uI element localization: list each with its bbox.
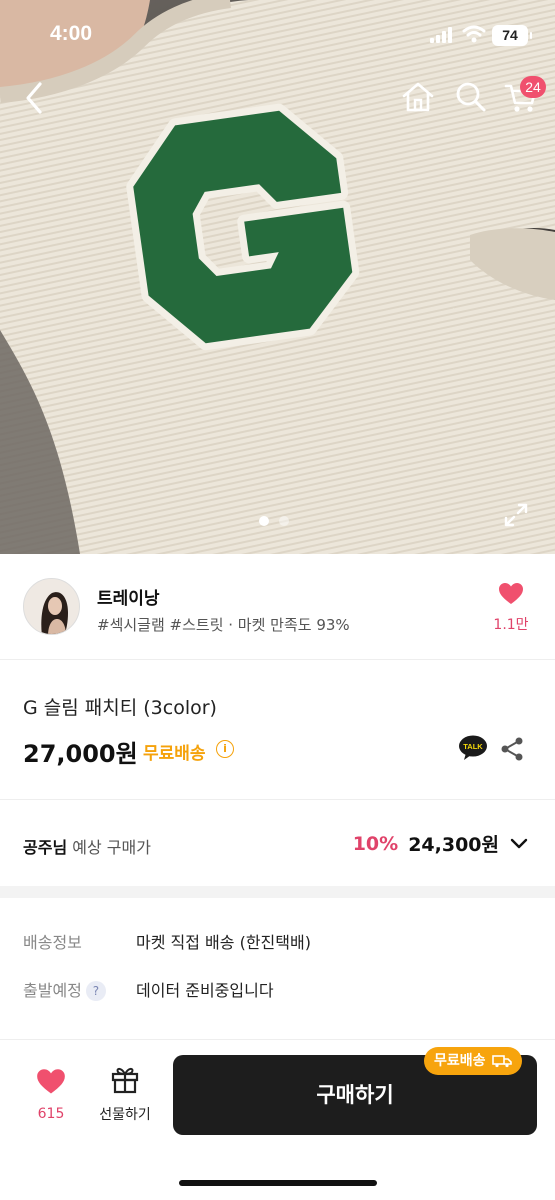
expected-price-value: 10% 24,300원 (353, 830, 529, 857)
expected-price-text: 예상 구매가 (72, 838, 151, 857)
carousel-indicator (259, 516, 289, 526)
battery-indicator: 74 (492, 25, 532, 46)
delivery-truck-icon (491, 1055, 512, 1068)
seller-avatar[interactable] (23, 578, 80, 635)
share-icon[interactable] (500, 736, 524, 762)
seller-section[interactable]: 트레이낭 #섹시글램 #스트릿 · 마켓 만족도 93% 1.1만 (0, 554, 555, 660)
gift-button[interactable]: 선물하기 (92, 1064, 158, 1124)
free-shipping-badge-label: 무료배송 (434, 1053, 486, 1069)
shipping-info-icon[interactable]: i (216, 740, 234, 758)
carousel-dot-2[interactable] (279, 516, 289, 526)
wifi-icon (462, 25, 486, 43)
chevron-down-icon[interactable] (509, 837, 529, 851)
product-image-carousel[interactable]: 4:00 74 24 (0, 0, 555, 554)
product-like-count: 615 (37, 1106, 65, 1122)
back-arrow-icon[interactable] (20, 80, 52, 116)
seller-tags-satisfaction: #섹시글램 #스트릿 · 마켓 만족도 93% (97, 616, 350, 634)
discount-percent: 10% (352, 832, 399, 855)
discounted-price: 24,300원 (408, 834, 499, 856)
help-question-icon[interactable]: ? (85, 981, 106, 1001)
expected-price-label: 공주님 예상 구매가 (23, 834, 151, 858)
talk-label: TALK (463, 742, 483, 751)
status-time: 4:00 (50, 22, 93, 45)
home-icon[interactable] (400, 80, 436, 114)
search-icon[interactable] (455, 80, 487, 114)
seller-name[interactable]: 트레이낭 (97, 584, 160, 609)
shipping-info-value: 마켓 직접 배송 (한진택배) (136, 933, 311, 952)
free-shipping-label: 무료배송 (143, 744, 206, 764)
product-info-section: G 슬림 패치티 (3color) 27,000원 무료배송 i TALK (0, 660, 555, 800)
departure-value: 데이터 준비중입니다 (136, 981, 274, 1000)
expected-price-row[interactable]: 공주님 예상 구매가 10% 24,300원 (0, 800, 555, 886)
home-indicator (179, 1180, 377, 1186)
seller-like-button[interactable]: 1.1만 (493, 582, 529, 633)
product-price: 27,000원 (23, 740, 138, 768)
shipping-info-key: 배송정보 (23, 933, 82, 952)
status-bar: 4:00 74 (0, 0, 555, 70)
seller-like-count: 1.1만 (493, 617, 529, 633)
heart-icon (37, 1069, 65, 1094)
product-like-button[interactable]: 615 (30, 1068, 72, 1122)
heart-icon (499, 583, 523, 604)
gift-label: 선물하기 (99, 1107, 151, 1123)
free-shipping-badge: 무료배송 (424, 1047, 522, 1075)
product-title: G 슬림 패치티 (3color) (23, 697, 217, 719)
carousel-dot-1[interactable] (259, 516, 269, 526)
signal-icon (430, 27, 452, 43)
kakaotalk-share-icon[interactable]: TALK (458, 735, 488, 761)
bottom-action-bar: 615 선물하기 구매하기 무료배송 (0, 1040, 555, 1200)
departure-key: 출발예정? (23, 977, 106, 1001)
user-nickname: 공주님 (23, 838, 68, 857)
fullscreen-expand-icon[interactable] (503, 502, 529, 528)
section-divider (0, 886, 555, 898)
cart-count-badge: 24 (520, 76, 546, 98)
gift-icon (111, 1067, 139, 1094)
